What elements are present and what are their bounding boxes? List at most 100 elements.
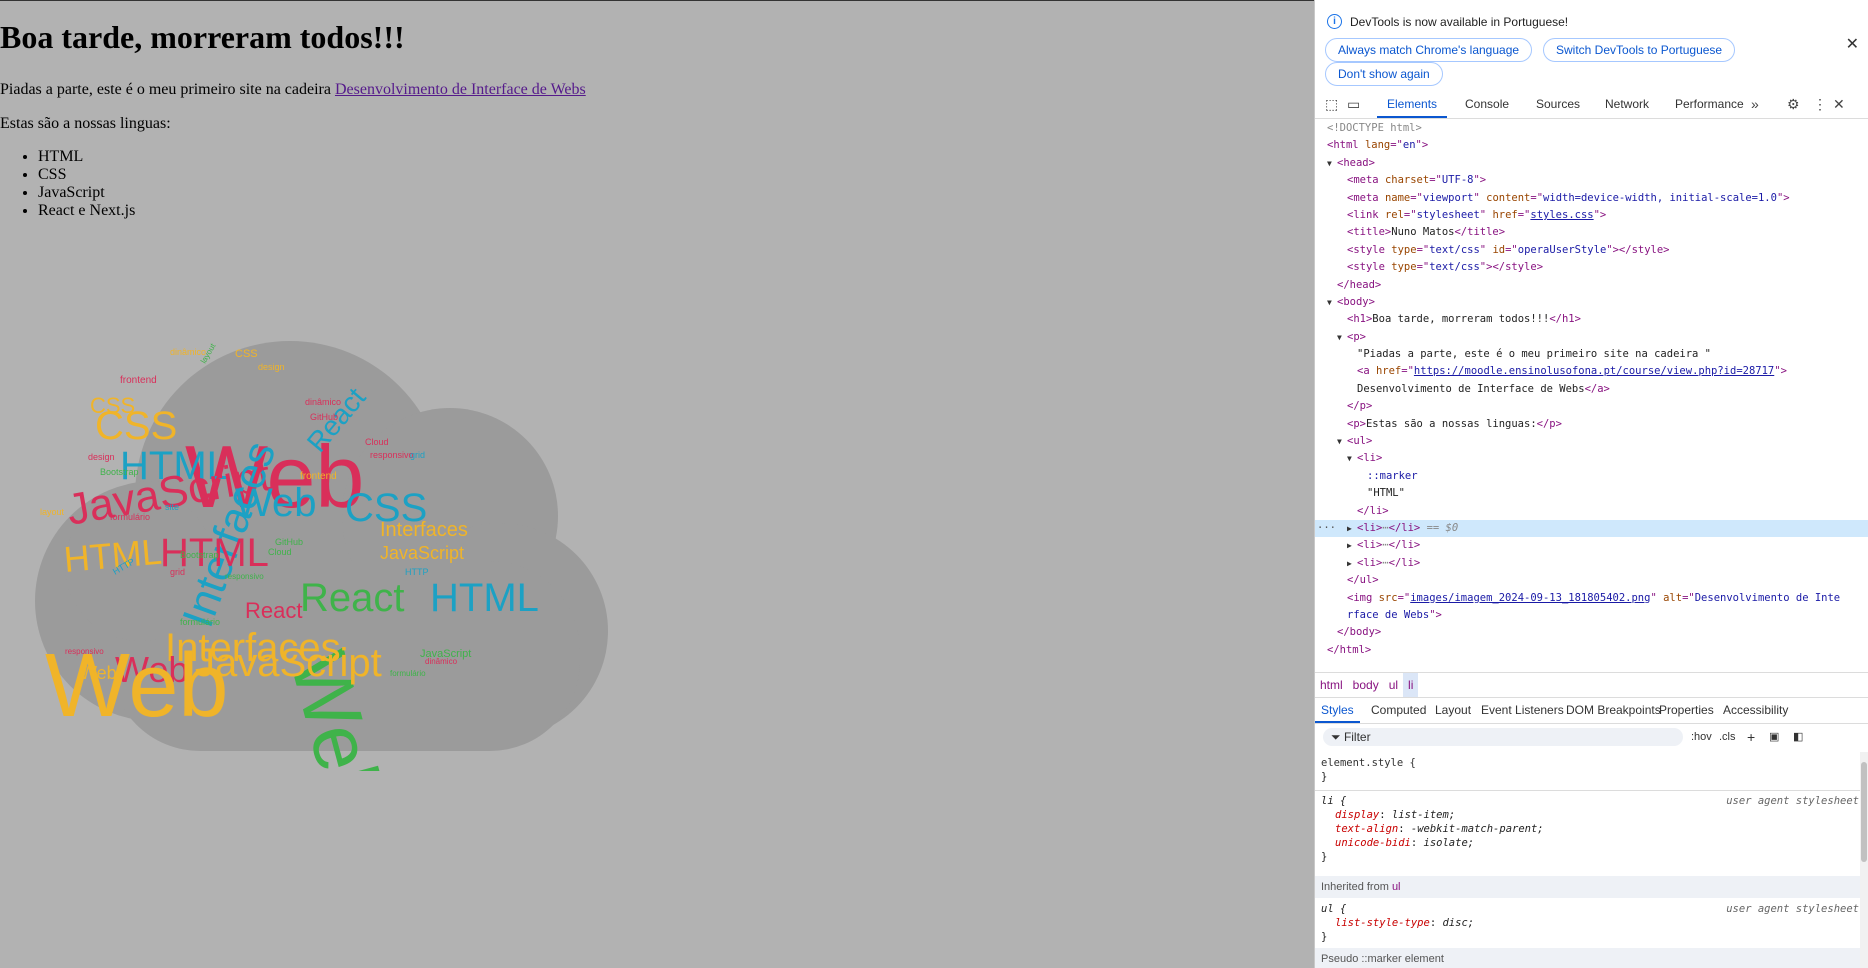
- dom-line[interactable]: <a href="https://moodle.ensinolusofona.p…: [1315, 363, 1868, 380]
- more-tabs-icon[interactable]: »: [1751, 96, 1759, 112]
- collapse-arrow-icon[interactable]: ▶: [1347, 555, 1357, 572]
- p2-text: Estas são a nossas linguas:: [1365, 417, 1537, 430]
- collapse-arrow-icon[interactable]: ▶: [1347, 537, 1357, 554]
- dom-line[interactable]: </body>: [1315, 624, 1868, 641]
- wordcloud-word: GitHub: [310, 412, 338, 422]
- tab-sources[interactable]: Sources: [1536, 90, 1580, 118]
- dont-show-again-button[interactable]: Don't show again: [1325, 62, 1443, 86]
- css-property[interactable]: list-style-type: disc;: [1321, 916, 1861, 930]
- tab-computed[interactable]: Computed: [1371, 697, 1426, 723]
- anchor-href-link[interactable]: https://moodle.ensinolusofona.pt/course/…: [1414, 365, 1774, 377]
- element-style-selector: element.style {: [1321, 757, 1416, 769]
- dom-line[interactable]: <!DOCTYPE html>: [1315, 120, 1868, 137]
- match-language-button[interactable]: Always match Chrome's language: [1325, 38, 1533, 62]
- tab-accessibility[interactable]: Accessibility: [1723, 697, 1788, 723]
- dom-line[interactable]: </p>: [1315, 398, 1868, 415]
- dom-line[interactable]: ▼ <head>: [1315, 155, 1868, 172]
- dom-line[interactable]: "HTML": [1315, 485, 1868, 502]
- dom-line-selected[interactable]: ··· ▶ <li>⋯</li> == $0: [1315, 519, 1868, 538]
- dom-line[interactable]: <h1>Boa tarde, morreram todos!!!</h1>: [1315, 311, 1868, 328]
- selected-marker: == $0: [1426, 521, 1459, 534]
- dom-line[interactable]: ::marker: [1315, 468, 1868, 485]
- stylesheet-link[interactable]: styles.css: [1530, 209, 1593, 221]
- li-rule[interactable]: user agent stylesheet li { display: list…: [1315, 794, 1861, 864]
- wordcloud-word: Interfaces: [380, 519, 468, 541]
- sidebar-toggle-icon[interactable]: ◧: [1793, 728, 1803, 746]
- breadcrumb-li[interactable]: li: [1403, 673, 1419, 697]
- dom-line[interactable]: Desenvolvimento de Interface de Webs</a>: [1315, 381, 1868, 398]
- close-icon[interactable]: ✕: [1846, 34, 1859, 54]
- css-property[interactable]: unicode-bidi: isolate;: [1321, 836, 1861, 850]
- device-toolbar-icon[interactable]: ▭: [1347, 96, 1360, 112]
- inspect-element-icon[interactable]: ⬚: [1325, 96, 1338, 112]
- tab-styles[interactable]: Styles: [1315, 697, 1360, 723]
- dom-line[interactable]: <link rel="stylesheet" href="styles.css"…: [1315, 207, 1868, 224]
- dom-line[interactable]: <html lang="en">: [1315, 137, 1868, 154]
- wordcloud-word: CSS: [235, 348, 258, 360]
- ellipsis-icon[interactable]: ···: [1317, 520, 1336, 537]
- close-devtools-icon[interactable]: ✕: [1833, 96, 1845, 112]
- dom-line[interactable]: rface de Webs">: [1315, 607, 1868, 624]
- styles-scrollbar[interactable]: [1860, 752, 1868, 968]
- img-src-link[interactable]: images/imagem_2024-09-13_181805402.png: [1410, 592, 1650, 604]
- new-rule-icon[interactable]: +: [1747, 728, 1755, 746]
- dom-line[interactable]: <img src="images/imagem_2024-09-13_18180…: [1315, 590, 1868, 607]
- course-link[interactable]: Desenvolvimento de Interface de Webs: [335, 81, 586, 98]
- ul-rule[interactable]: user agent stylesheet ul { list-style-ty…: [1315, 902, 1861, 944]
- marker-pseudo: ::marker: [1367, 469, 1418, 482]
- close-brace: }: [1321, 931, 1328, 943]
- expand-arrow-icon[interactable]: ▼: [1337, 433, 1347, 450]
- tab-layout[interactable]: Layout: [1435, 697, 1471, 723]
- breadcrumb-html[interactable]: html: [1315, 673, 1348, 697]
- tab-performance[interactable]: Performance: [1675, 90, 1744, 118]
- dom-line[interactable]: </li>: [1315, 503, 1868, 520]
- dom-line[interactable]: ▶ <li>⋯</li>: [1315, 555, 1868, 572]
- anchor-text: Desenvolvimento de Interface de Webs: [1357, 382, 1585, 395]
- element-style-rule[interactable]: element.style { }: [1315, 756, 1861, 784]
- filter-input[interactable]: ⏷ Filter: [1323, 728, 1683, 746]
- dom-line[interactable]: "Piadas a parte, este é o meu primeiro s…: [1315, 346, 1868, 363]
- breadcrumb-body[interactable]: body: [1348, 673, 1384, 697]
- wordcloud-image: Web CSS HTML JavaScriptInterfaces React Web HT…: [35, 341, 608, 771]
- more-options-icon[interactable]: ⋮: [1813, 96, 1827, 112]
- cls-toggle[interactable]: .cls: [1719, 728, 1736, 746]
- dom-line[interactable]: ▶ <li>⋯</li>: [1315, 537, 1868, 554]
- breadcrumb-ul[interactable]: ul: [1384, 673, 1403, 697]
- expand-arrow-icon[interactable]: ▼: [1337, 329, 1347, 346]
- dom-line[interactable]: ▼ <ul>: [1315, 433, 1868, 450]
- dom-line[interactable]: <title>Nuno Matos</title>: [1315, 224, 1868, 241]
- dom-line[interactable]: </head>: [1315, 277, 1868, 294]
- dom-line[interactable]: <meta name="viewport" content="width=dev…: [1315, 190, 1868, 207]
- tab-console[interactable]: Console: [1465, 90, 1509, 118]
- expand-arrow-icon[interactable]: ▼: [1327, 155, 1337, 172]
- css-property[interactable]: display: list-item;: [1321, 808, 1861, 822]
- dom-line[interactable]: <style type="text/css" id="operaUserStyl…: [1315, 242, 1868, 259]
- tab-dom-breakpoints[interactable]: DOM Breakpoints: [1566, 697, 1661, 723]
- collapse-arrow-icon[interactable]: ▶: [1347, 520, 1357, 537]
- dom-line[interactable]: <p>Estas são a nossas linguas:</p>: [1315, 416, 1868, 433]
- inherited-from-link[interactable]: ul: [1392, 881, 1401, 893]
- scrollbar-thumb[interactable]: [1861, 762, 1867, 862]
- gear-icon[interactable]: ⚙: [1787, 96, 1800, 112]
- dom-line[interactable]: <style type="text/css"></style>: [1315, 259, 1868, 276]
- switch-portuguese-button[interactable]: Switch DevTools to Portuguese: [1543, 38, 1736, 62]
- filter-placeholder: Filter: [1343, 730, 1371, 744]
- wordcloud-word: responsivo: [225, 572, 264, 581]
- paint-icon[interactable]: ▣: [1769, 728, 1779, 746]
- tab-event-listeners[interactable]: Event Listeners: [1481, 697, 1564, 723]
- dom-line[interactable]: ▼ <li>: [1315, 450, 1868, 467]
- hov-toggle[interactable]: :hov: [1691, 728, 1712, 746]
- css-property[interactable]: text-align: -webkit-match-parent;: [1321, 822, 1861, 836]
- expand-arrow-icon[interactable]: ▼: [1347, 450, 1357, 467]
- tab-properties[interactable]: Properties: [1659, 697, 1714, 723]
- dom-line[interactable]: <meta charset="UTF-8">: [1315, 172, 1868, 189]
- dom-line[interactable]: </ul>: [1315, 572, 1868, 589]
- tab-network[interactable]: Network: [1605, 90, 1649, 118]
- dom-line[interactable]: ▼ <p>: [1315, 329, 1868, 346]
- prop-name: unicode-bidi: [1335, 837, 1411, 849]
- tab-elements[interactable]: Elements: [1377, 90, 1448, 118]
- dom-line[interactable]: </html>: [1315, 642, 1868, 659]
- expand-arrow-icon[interactable]: ▼: [1327, 294, 1337, 311]
- dom-line[interactable]: ▼ <body>: [1315, 294, 1868, 311]
- list-item: React e Next.js: [38, 202, 135, 220]
